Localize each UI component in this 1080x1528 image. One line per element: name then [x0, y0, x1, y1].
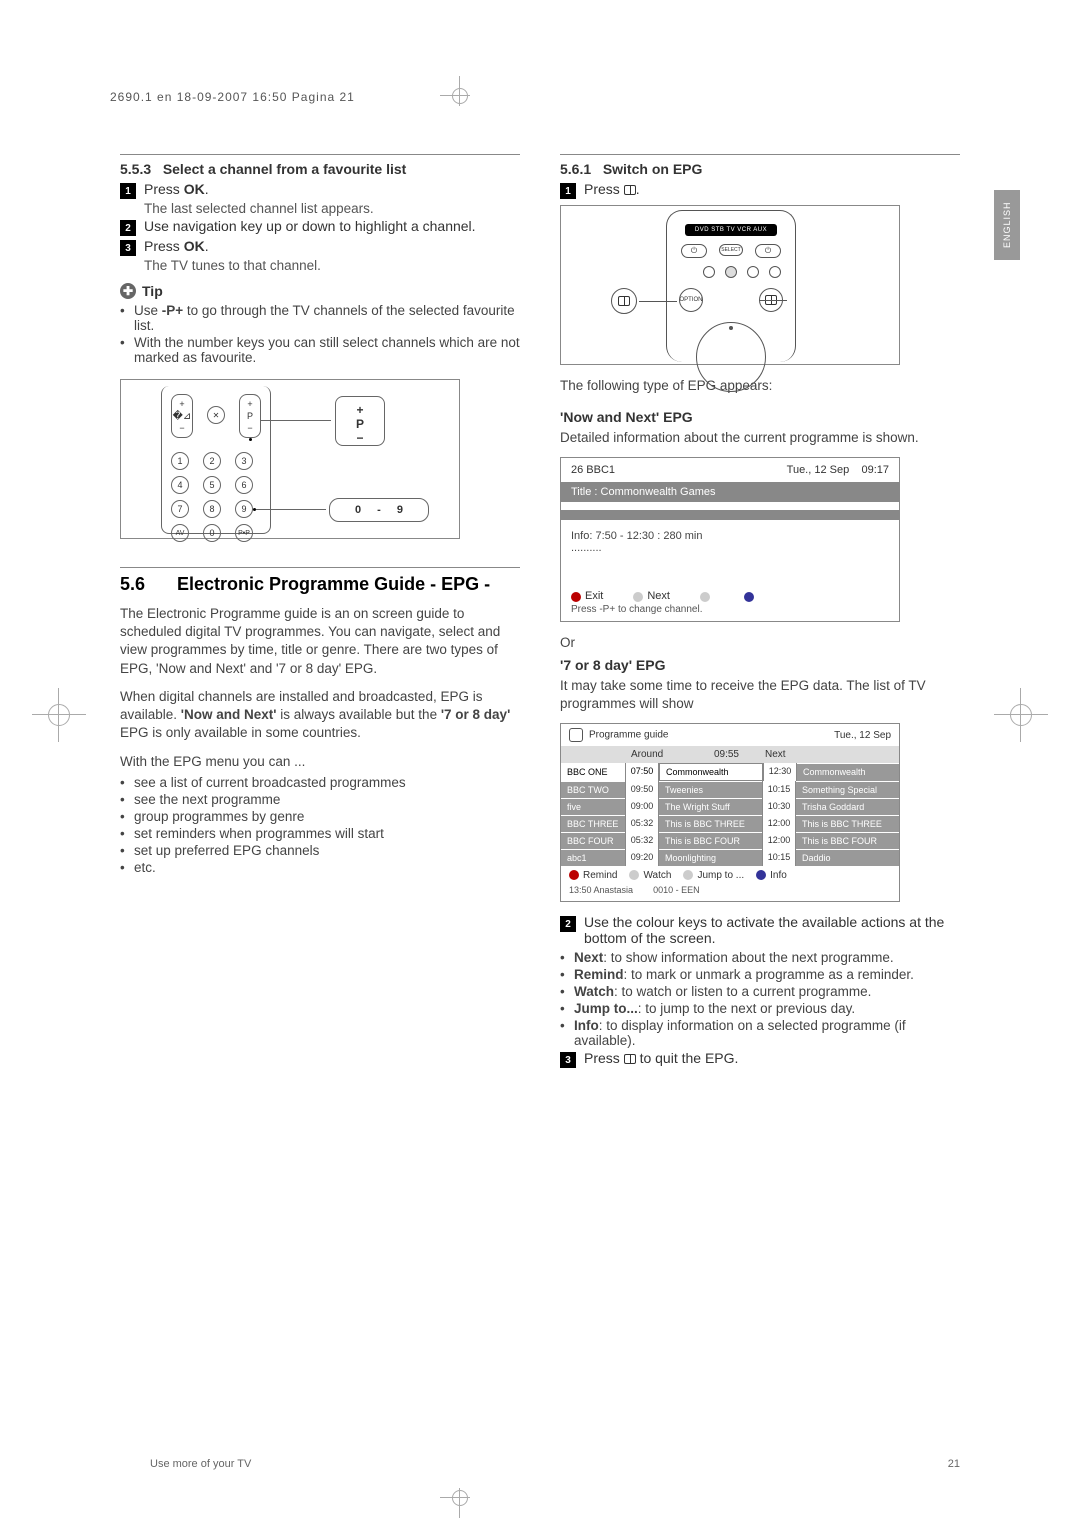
mode-bar: DVD STB TV VCR AUX [685, 224, 777, 236]
list-item: set reminders when programmes will start [120, 826, 520, 841]
section-heading: Select a channel from a favourite list [163, 161, 407, 177]
section-number: 5.6 [120, 574, 172, 595]
epg-title: Title : Commonwealth Games [561, 482, 899, 502]
epg-type-caption: The following type of EPG appears: [560, 377, 960, 395]
left-column: 5.5.3 Select a channel from a favourite … [120, 150, 520, 1070]
epg-intro-1: The Electronic Programme guide is an on … [120, 605, 520, 678]
colour-key-list: Next: to show information about the next… [560, 950, 960, 1048]
section-heading: Electronic Programme Guide - EPG - [177, 574, 490, 594]
epg-menu-list: see a list of current broadcasted progra… [120, 775, 520, 875]
red-dot-icon [569, 870, 579, 880]
step-1: 1 Press OK. [120, 181, 520, 199]
page-number: 21 [948, 1458, 960, 1470]
now-next-desc: Detailed information about the current p… [560, 429, 960, 447]
epg-info: Info: 7:50 - 12:30 : 280 min [571, 530, 889, 542]
list-item: see the next programme [120, 792, 520, 807]
step-number-icon: 1 [120, 183, 136, 199]
step-3-note: The TV tunes to that channel. [144, 258, 520, 273]
table-row: five09:00The Wright Stuff10:30Trisha God… [561, 798, 899, 815]
now-next-title: 'Now and Next' EPG [560, 409, 960, 425]
step-3: 3 Press OK. [120, 238, 520, 256]
step-number-icon: 1 [560, 183, 576, 199]
red-dot-icon [571, 592, 581, 602]
list-item: set up preferred EPG channels [120, 843, 520, 858]
tip-label: Tip [142, 283, 163, 299]
guide-button-callout [611, 288, 637, 314]
step-number-icon: 2 [120, 220, 136, 236]
table-row: BBC TWO09:50Tweenies10:15Something Speci… [561, 781, 899, 798]
blue-dot-icon [744, 592, 754, 602]
table-row: BBC THREE05:32This is BBC THREE12:00This… [561, 815, 899, 832]
step-2: 2 Use navigation key up or down to highl… [120, 218, 520, 236]
table-row: abc109:20Moonlighting10:15Daddio [561, 849, 899, 866]
yellow-dot-icon [683, 870, 693, 880]
right-column: 5.6.1 Switch on EPG 1 Press . DVD STB TV… [560, 150, 960, 1070]
section-561-title: 5.6.1 Switch on EPG [560, 161, 960, 177]
section-heading: Switch on EPG [603, 161, 703, 177]
guide-icon [624, 185, 636, 195]
crop-mark-bottom [450, 1488, 470, 1508]
epg-menu-intro: With the EPG menu you can ... [120, 753, 520, 771]
page-footer: Use more of your TV 21 [150, 1458, 960, 1470]
remote-top-illustration: DVD STB TV VCR AUX ⏻ SELECT ⏻ OPTION [560, 205, 900, 365]
epg-intro-2: When digital channels are installed and … [120, 688, 520, 743]
list-item: group programmes by genre [120, 809, 520, 824]
remote-illustration: +�⊿− ✕ +P− 1 2 3 4 5 6 7 8 9 AV 0 P•P +P… [120, 379, 460, 539]
step-1-right: 1 Press . [560, 181, 960, 199]
epg-7day-screenshot: Programme guide Tue., 12 Sep Around 09:5… [560, 723, 900, 902]
tip-list: Use -P+ to go through the TV channels of… [120, 303, 520, 365]
epg-foot-note: Press -P+ to change channel. [571, 604, 889, 615]
section-number: 5.6.1 [560, 161, 591, 177]
blue-dot-icon [756, 870, 766, 880]
list-item: etc. [120, 860, 520, 875]
step-number-icon: 3 [120, 240, 136, 256]
step-number-icon: 2 [560, 916, 576, 932]
step-1-note: The last selected channel list appears. [144, 201, 520, 216]
tip-icon: ✚ [120, 283, 136, 299]
section-56-title: 5.6 Electronic Programme Guide - EPG - [120, 574, 520, 595]
seven-day-title: '7 or 8 day' EPG [560, 657, 960, 673]
footer-title: Use more of your TV [150, 1458, 251, 1470]
green-dot-icon [629, 870, 639, 880]
table-row: BBC FOUR05:32This is BBC FOUR12:00This i… [561, 832, 899, 849]
seven-day-desc: It may take some time to receive the EPG… [560, 677, 960, 713]
guide-icon [624, 1054, 636, 1064]
step-3-right: 3 Press to quit the EPG. [560, 1050, 960, 1068]
section-number: 5.5.3 [120, 161, 151, 177]
epg-now-next-screenshot: 26 BBC1 Tue., 12 Sep 09:17 Title : Commo… [560, 457, 900, 622]
epg-channel: 26 BBC1 [571, 464, 615, 476]
guide-logo-icon [569, 728, 583, 742]
or-label: Or [560, 634, 960, 652]
table-row: BBC ONE07:50Commonwealth12:30Commonwealt… [561, 763, 899, 781]
yellow-dot-icon [700, 592, 710, 602]
list-item: see a list of current broadcasted progra… [120, 775, 520, 790]
section-553-title: 5.5.3 Select a channel from a favourite … [120, 161, 520, 177]
step-2-right: 2 Use the colour keys to activate the av… [560, 914, 960, 946]
tip-heading: ✚ Tip [120, 283, 520, 299]
step-number-icon: 3 [560, 1052, 576, 1068]
green-dot-icon [633, 592, 643, 602]
